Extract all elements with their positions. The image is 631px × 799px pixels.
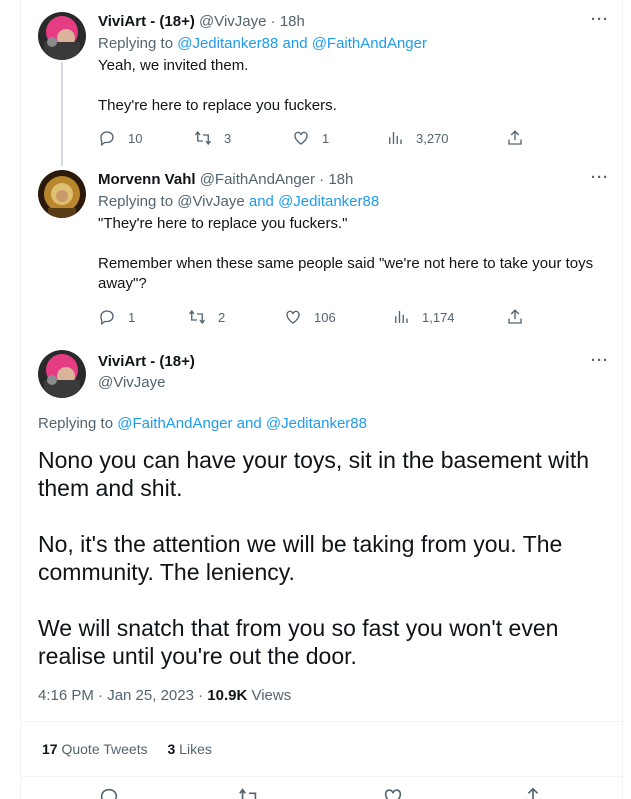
- reply-count: 10: [128, 130, 143, 146]
- timeline-border-right: [622, 0, 623, 799]
- heart-icon[interactable]: [382, 786, 404, 799]
- tweet-time[interactable]: 18h: [328, 171, 353, 188]
- display-name[interactable]: Morvenn Vahl: [98, 171, 196, 188]
- views-count: 10.9K: [207, 687, 248, 704]
- heart-icon: [294, 131, 308, 145]
- quote-label: Quote Tweets: [57, 741, 148, 757]
- tweet-actions: 1 2 106 1,174: [98, 308, 538, 328]
- share-button[interactable]: [506, 129, 524, 147]
- avatar-image-icon: [38, 12, 86, 60]
- share-icon: [508, 309, 522, 324]
- analytics-icon: [389, 132, 402, 144]
- avatar[interactable]: [38, 350, 86, 398]
- avatar-image-icon: [38, 350, 86, 398]
- avatar-image-icon: [38, 170, 86, 218]
- user-handle[interactable]: @VivJaye: [199, 13, 266, 30]
- reply-icon[interactable]: [98, 786, 120, 799]
- replying-to-user-link[interactable]: @VivJaye: [177, 193, 244, 210]
- replying-to-and: and: [244, 193, 279, 210]
- replying-to-prefix: Replying to: [98, 193, 178, 210]
- display-name[interactable]: ViviArt - (18+): [98, 352, 195, 372]
- thread-line: [61, 62, 63, 166]
- tweet-meta: 4:16 PM · Jan 25, 2023 · 10.9K Views: [38, 686, 291, 706]
- user-handle[interactable]: @FaithAndAnger: [200, 171, 315, 188]
- separator-dot: ·: [266, 13, 280, 30]
- retweet-icon: [194, 130, 212, 146]
- view-count: 1,174: [422, 309, 455, 325]
- retweet-button[interactable]: 3: [194, 129, 231, 147]
- replying-to: Replying to @VivJaye and @Jeditanker88: [98, 192, 379, 212]
- analytics-icon: [395, 311, 408, 323]
- more-options-icon[interactable]: ···: [591, 11, 609, 28]
- retweet-icon: [188, 309, 206, 325]
- engagement-stats: 17 Quote Tweets 3 Likes: [42, 740, 212, 758]
- replying-to-users-link[interactable]: @FaithAndAnger and @Jeditanker88: [117, 415, 367, 432]
- avatar[interactable]: [38, 170, 86, 218]
- likes-label: Likes: [175, 741, 212, 757]
- likes-link[interactable]: 3 Likes: [167, 741, 211, 757]
- tweet-text: Yeah, we invited them. They're here to r…: [98, 57, 337, 114]
- views-button[interactable]: 1,174: [392, 308, 455, 326]
- share-icon[interactable]: [522, 786, 544, 799]
- avatar[interactable]: [38, 12, 86, 60]
- display-name[interactable]: ViviArt - (18+): [98, 13, 195, 30]
- retweet-count: 3: [224, 130, 232, 146]
- retweet-button[interactable]: 2: [188, 308, 225, 326]
- like-count: 1: [322, 130, 330, 146]
- reply-icon: [100, 131, 114, 147]
- tweet-timestamp[interactable]: 4:16 PM · Jan 25, 2023 ·: [38, 687, 207, 704]
- main-tweet-actions: [0, 786, 631, 799]
- more-options-icon[interactable]: ···: [591, 352, 609, 369]
- share-button[interactable]: [506, 308, 524, 326]
- replying-to-prefix: Replying to: [38, 415, 118, 432]
- tweet-text: Nono you can have your toys, sit in the …: [38, 447, 590, 669]
- replying-to-user-link[interactable]: @Jeditanker88: [278, 193, 379, 210]
- tweet-header: ViviArt - (18+) @VivJaye · 18h: [98, 12, 305, 32]
- tweet-actions: 10 3 1 3,270: [98, 129, 538, 149]
- share-icon: [508, 130, 522, 145]
- timeline-border-left: [20, 0, 21, 799]
- quote-count: 17: [42, 741, 58, 757]
- user-handle[interactable]: @VivJaye: [98, 373, 165, 393]
- views-label: Views: [247, 687, 292, 704]
- views-button[interactable]: 3,270: [386, 129, 449, 147]
- retweet-count: 2: [218, 309, 226, 325]
- separator-dot: ·: [315, 171, 329, 188]
- divider: [21, 776, 622, 777]
- view-count: 3,270: [416, 130, 449, 146]
- replying-to-prefix: Replying to: [98, 35, 178, 52]
- like-button[interactable]: 1: [292, 129, 329, 147]
- divider: [21, 721, 622, 722]
- tweet-text: "They're here to replace you fuckers." R…: [98, 215, 594, 292]
- reply-button[interactable]: 1: [98, 308, 135, 326]
- tweet-time[interactable]: 18h: [280, 13, 305, 30]
- replying-to-users-link[interactable]: @Jeditanker88 and @FaithAndAnger: [177, 35, 427, 52]
- heart-icon: [286, 310, 300, 324]
- reply-icon: [100, 310, 114, 326]
- tweet-header: Morvenn Vahl @FaithAndAnger · 18h: [98, 170, 353, 190]
- like-count: 106: [314, 309, 336, 325]
- retweet-icon[interactable]: [238, 786, 260, 799]
- reply-count: 1: [128, 309, 136, 325]
- reply-button[interactable]: 10: [98, 129, 142, 147]
- replying-to: Replying to @FaithAndAnger and @Jeditank…: [38, 414, 367, 434]
- quote-tweets-link[interactable]: 17 Quote Tweets: [42, 741, 148, 757]
- replying-to: Replying to @Jeditanker88 and @FaithAndA…: [98, 34, 427, 54]
- more-options-icon[interactable]: ···: [591, 169, 609, 186]
- like-button[interactable]: 106: [284, 308, 336, 326]
